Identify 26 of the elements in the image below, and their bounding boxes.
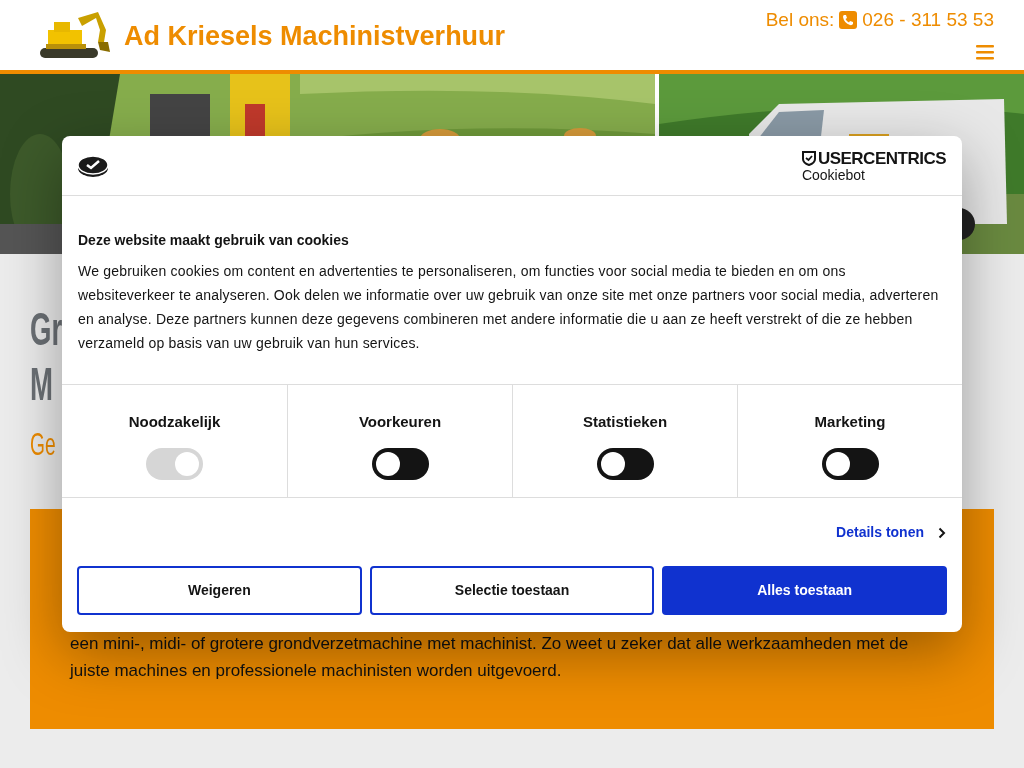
chevron-right-icon — [938, 526, 946, 539]
toggle-switch[interactable] — [821, 447, 879, 480]
excavator-icon — [38, 12, 110, 60]
consent-button[interactable]: Weigeren — [77, 566, 362, 615]
category-label: Statistieken — [582, 412, 668, 432]
category-label: Marketing — [814, 412, 886, 432]
accept-all-button[interactable]: Alles toestaan — [662, 566, 947, 615]
phone-icon — [839, 11, 858, 30]
category-label: Noodzakelijk — [128, 412, 221, 432]
toggle-switch[interactable] — [596, 447, 654, 480]
brand-subtitle: Cookiebot — [801, 167, 866, 182]
category-label: Voorkeuren — [358, 412, 442, 432]
page-heading: Gr — [30, 302, 63, 357]
brand-logo-text: USERCENTRICS — [817, 149, 946, 167]
consent-button[interactable]: Selectie toestaan — [369, 566, 655, 615]
details-link[interactable]: Details tonen — [836, 522, 946, 543]
subheading: Ge — [30, 425, 56, 464]
dialog-title: Deze website maakt gebruik van cookies — [78, 231, 350, 250]
dialog-body-text: We gebruiken cookies om content en advertenties te personaliseren, om functies voor social media te bieden en om ons websiteverkeer te analyseren. Ook delen we informatie over uw gebruik van onze site met onze partners voor social media, adverteren en analyse. Deze partners kunnen deze gegevens combineren met andere informatie die u aan ze heeft verstrekt of die ze hebben verzameld op basis van uw gebruik van hun services. — [78, 262, 940, 353]
toggle-switch[interactable] — [371, 447, 429, 480]
phone-label: Bel ons: — [765, 8, 835, 32]
intro-paragraph: een mini-, midi- of grotere grondverzetmachine met machinist. Zo weet u zeker dat alle werkzaamheden met de juiste machines en professionele machinisten worden uitgevoerd. — [70, 633, 910, 682]
site-title: Ad Kriesels Machinistverhuur — [124, 22, 506, 50]
shield-icon — [801, 150, 816, 166]
page-heading: M — [30, 357, 53, 412]
cookie-check-icon — [78, 153, 108, 178]
